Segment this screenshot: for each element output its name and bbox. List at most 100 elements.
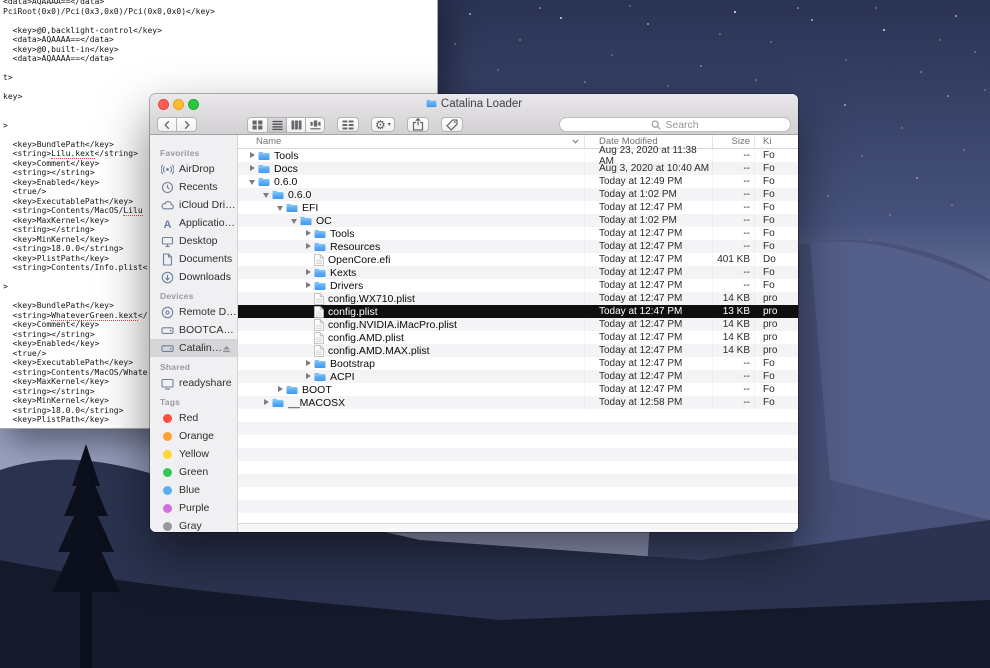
file-row-config.wx710.plist[interactable]: config.WX710.plistToday at 12:47 PM14 KB… xyxy=(238,292,798,305)
file-row-config.plist[interactable]: config.plistToday at 12:47 PM13 KBpro xyxy=(238,305,798,318)
list-view-button[interactable] xyxy=(267,118,286,132)
folder-icon xyxy=(300,216,312,226)
sidebar-item-desktop[interactable]: Desktop xyxy=(150,232,237,250)
sidebar-item-catalin-[interactable]: Catalin… xyxy=(150,339,237,357)
disclosure-triangle-icon[interactable] xyxy=(290,214,300,227)
sidebar-item-label: Orange xyxy=(179,430,214,442)
sort-indicator-icon xyxy=(572,139,579,144)
file-row-0.6.0[interactable]: 0.6.0Today at 1:02 PM--Fo xyxy=(238,188,798,201)
forward-button[interactable] xyxy=(177,117,197,132)
file-kind: Fo xyxy=(755,241,798,252)
file-row-kexts[interactable]: KextsToday at 12:47 PM--Fo xyxy=(238,266,798,279)
file-row-config.nvidia.imacpro.plist[interactable]: config.NVIDIA.iMacPro.plistToday at 12:4… xyxy=(238,318,798,331)
file-name: Docs xyxy=(274,163,298,175)
sidebar-item-yellow[interactable]: Yellow xyxy=(150,445,237,463)
file-row-efi[interactable]: EFIToday at 12:47 PM--Fo xyxy=(238,201,798,214)
sidebar-item-remote-d-[interactable]: Remote D… xyxy=(150,303,237,321)
file-size: -- xyxy=(713,163,755,174)
file-row-boot[interactable]: BOOTToday at 12:47 PM--Fo xyxy=(238,383,798,396)
file-date: Today at 12:47 PM xyxy=(585,332,713,343)
disclosure-triangle-icon[interactable] xyxy=(262,188,272,201)
column-header-size[interactable]: Size xyxy=(713,135,755,148)
chevron-left-icon xyxy=(163,120,171,130)
disclosure-triangle-icon[interactable] xyxy=(276,201,286,214)
disclosure-triangle-icon[interactable] xyxy=(276,383,286,396)
column-header-kind[interactable]: Ki xyxy=(755,135,798,148)
file-kind: pro xyxy=(755,345,798,356)
file-row-drivers[interactable]: DriversToday at 12:47 PM--Fo xyxy=(238,279,798,292)
sidebar-item-orange[interactable]: Orange xyxy=(150,427,237,445)
window-title: Catalina Loader xyxy=(150,98,798,111)
search-field[interactable]: Search xyxy=(559,117,791,132)
sidebar: FavoritesAirDropRecentsiCloud Dri…AAppli… xyxy=(150,135,238,532)
file-row-config.amd.plist[interactable]: config.AMD.plistToday at 12:47 PM14 KBpr… xyxy=(238,331,798,344)
sidebar-item-label: Yellow xyxy=(179,448,209,460)
group-button[interactable] xyxy=(337,117,359,132)
file-row-docs[interactable]: DocsAug 3, 2020 at 10:40 AM--Fo xyxy=(238,162,798,175)
sidebar-item-red[interactable]: Red xyxy=(150,409,237,427)
sidebar-item-recents[interactable]: Recents xyxy=(150,178,237,196)
disc-icon xyxy=(160,306,174,319)
disclosure-triangle-icon[interactable] xyxy=(304,240,314,253)
column-header-name[interactable]: Name xyxy=(238,135,585,148)
sidebar-item-documents[interactable]: Documents xyxy=(150,250,237,268)
drive-icon xyxy=(160,324,174,337)
action-menu-button[interactable]: ⚙▾ xyxy=(371,117,395,132)
file-row-acpi[interactable]: ACPIToday at 12:47 PM--Fo xyxy=(238,370,798,383)
sidebar-item-readyshare[interactable]: readyshare xyxy=(150,374,237,392)
sidebar-item-bootca-[interactable]: BOOTCA… xyxy=(150,321,237,339)
sidebar-item-purple[interactable]: Purple xyxy=(150,499,237,517)
disclosure-triangle-icon[interactable] xyxy=(248,149,258,162)
file-kind: Fo xyxy=(755,176,798,187)
editor-line: <key>@0,built-in</key> xyxy=(3,45,435,55)
file-row-opencore.efi[interactable]: OpenCore.efiToday at 12:47 PM401 KBDo xyxy=(238,253,798,266)
share-button[interactable] xyxy=(407,117,429,132)
file-row-bootstrap[interactable]: BootstrapToday at 12:47 PM--Fo xyxy=(238,357,798,370)
file-kind: pro xyxy=(755,306,798,317)
file-size: -- xyxy=(713,176,755,187)
file-row-config.amd.max.plist[interactable]: config.AMD.MAX.plistToday at 12:47 PM14 … xyxy=(238,344,798,357)
file-rows: ToolsAug 23, 2020 at 11:38 AM--FoDocsAug… xyxy=(238,149,798,409)
title-bar[interactable]: Catalina Loader xyxy=(150,94,798,114)
disclosure-triangle-icon[interactable] xyxy=(304,279,314,292)
file-row--macosx[interactable]: __MACOSXToday at 12:58 PM--Fo xyxy=(238,396,798,409)
file-row-oc[interactable]: OCToday at 1:02 PM--Fo xyxy=(238,214,798,227)
file-row-resources[interactable]: ResourcesToday at 12:47 PM--Fo xyxy=(238,240,798,253)
file-row-tools[interactable]: ToolsToday at 12:47 PM--Fo xyxy=(238,227,798,240)
column-view-button[interactable] xyxy=(286,118,305,132)
disclosure-triangle-icon[interactable] xyxy=(304,227,314,240)
disclosure-triangle-icon[interactable] xyxy=(304,370,314,383)
coverflow-view-button[interactable] xyxy=(305,118,324,132)
horizontal-scrollbar[interactable] xyxy=(238,523,798,532)
file-size: -- xyxy=(713,241,755,252)
disclosure-spacer xyxy=(304,253,314,266)
gear-icon: ⚙ xyxy=(375,119,386,131)
file-size: -- xyxy=(713,397,755,408)
file-name: OC xyxy=(316,215,332,227)
sidebar-item-icloud-dri-[interactable]: iCloud Dri… xyxy=(150,196,237,214)
file-row-tools[interactable]: ToolsAug 23, 2020 at 11:38 AM--Fo xyxy=(238,149,798,162)
eject-icon[interactable] xyxy=(221,343,237,354)
tag-button[interactable] xyxy=(441,117,463,132)
sidebar-item-applicatio-[interactable]: AApplicatio… xyxy=(150,214,237,232)
back-button[interactable] xyxy=(157,117,177,132)
coverflow-view-icon xyxy=(310,120,321,130)
sidebar-item-gray[interactable]: Gray xyxy=(150,517,237,532)
file-row-0.6.0[interactable]: 0.6.0Today at 12:49 PM--Fo xyxy=(238,175,798,188)
disclosure-triangle-icon[interactable] xyxy=(304,266,314,279)
file-date: Today at 1:02 PM xyxy=(585,215,713,226)
sidebar-item-airdrop[interactable]: AirDrop xyxy=(150,160,237,178)
file-name: config.plist xyxy=(328,306,378,318)
sidebar-item-blue[interactable]: Blue xyxy=(150,481,237,499)
sidebar-item-green[interactable]: Green xyxy=(150,463,237,481)
editor-line: t> xyxy=(3,73,435,83)
icon-view-button[interactable] xyxy=(248,118,267,132)
disclosure-triangle-icon[interactable] xyxy=(262,396,272,409)
file-kind: pro xyxy=(755,332,798,343)
file-size: -- xyxy=(713,267,755,278)
disclosure-triangle-icon[interactable] xyxy=(248,162,258,175)
disclosure-triangle-icon[interactable] xyxy=(304,357,314,370)
disclosure-triangle-icon[interactable] xyxy=(248,175,258,188)
grid-view-icon xyxy=(252,120,263,130)
sidebar-item-downloads[interactable]: Downloads xyxy=(150,268,237,286)
